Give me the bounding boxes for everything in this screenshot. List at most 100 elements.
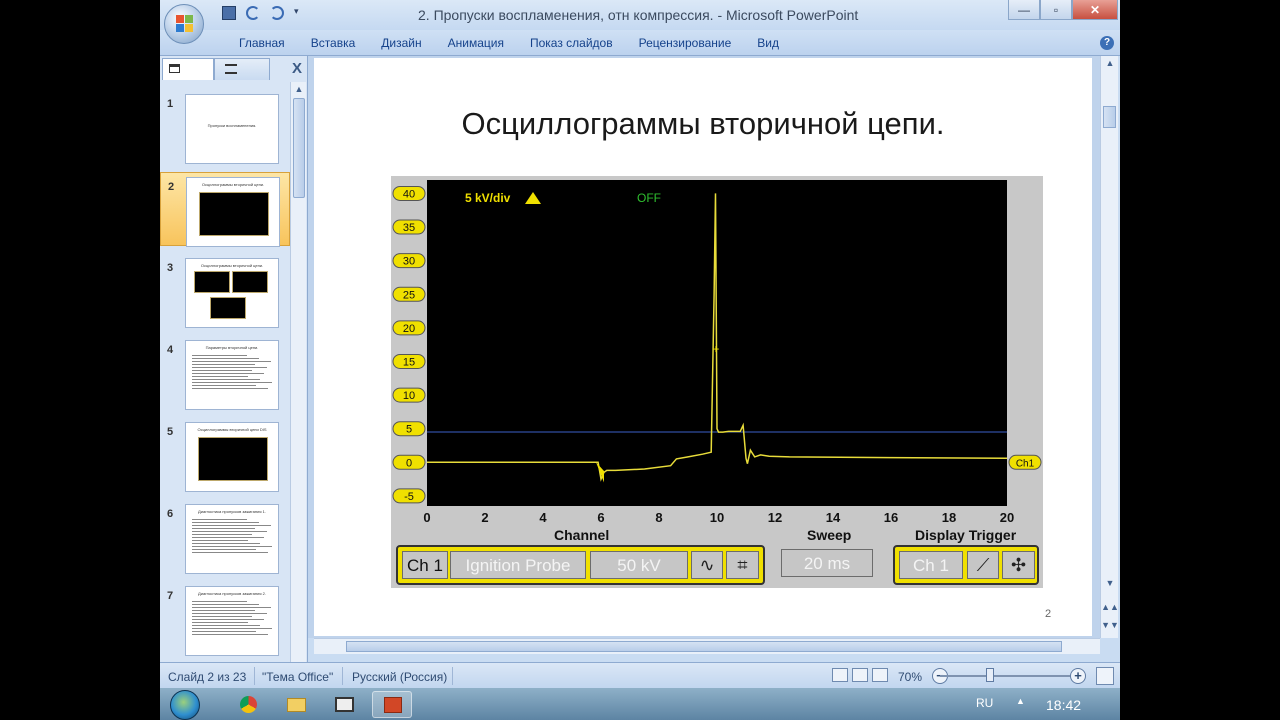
- scroll-thumb[interactable]: [1103, 106, 1116, 128]
- trigger-slope-icon[interactable]: ⟋: [967, 551, 999, 579]
- y-tick-label: -5: [404, 491, 414, 503]
- ribbon-tabs-bar: Главная Вставка Дизайн Анимация Показ слайдо…: [160, 30, 1120, 56]
- slide-vertical-scrollbar[interactable]: ▲ ▼ ▲▲ ▼▼: [1100, 56, 1119, 638]
- ribbon-tab[interactable]: Главная: [226, 36, 298, 50]
- thumbnail-title: Осциллограммы вторичной цепи.: [201, 182, 265, 187]
- thumbnail-title: Осциллограммы вторичной цепи DIS: [197, 427, 267, 432]
- x-tick-label: 18: [942, 510, 956, 525]
- tab-slides[interactable]: [162, 58, 214, 80]
- thumbnail-image: [232, 271, 268, 293]
- trigger-controls: Ch 1 ⟋ ✣: [893, 545, 1039, 585]
- trigger-channel-button[interactable]: Ch 1: [899, 551, 963, 579]
- title-bar: ▾ 2. Пропуски воспламенения, отн компрес…: [160, 0, 1120, 30]
- settings-icon[interactable]: ⌗: [726, 551, 759, 579]
- tab-outline[interactable]: [214, 58, 270, 80]
- scroll-up-icon[interactable]: ▲: [1101, 58, 1119, 68]
- help-icon[interactable]: ?: [1100, 36, 1114, 50]
- redo-icon[interactable]: [270, 6, 284, 20]
- ribbon-tab[interactable]: Вставка: [298, 36, 369, 50]
- chrome-icon[interactable]: [228, 691, 268, 718]
- channel-title: Channel: [554, 527, 610, 543]
- normal-view-icon[interactable]: [832, 668, 848, 682]
- slide-thumbnail-2[interactable]: 2 Осциллограммы вторичной цепи.: [160, 172, 290, 247]
- theme-name[interactable]: "Тема Office": [262, 670, 333, 684]
- thumbnail-preview: Осциллограммы вторичной цепи.: [186, 177, 280, 247]
- pane-close-button[interactable]: X: [292, 60, 302, 77]
- minimize-button[interactable]: —: [1008, 0, 1040, 20]
- x-tick-label: 2: [481, 510, 488, 525]
- thumbnail-preview: Пропуски воспламенения.: [185, 94, 279, 164]
- slide-horizontal-scrollbar[interactable]: [314, 638, 1100, 654]
- ribbon-tab[interactable]: Рецензирование: [626, 36, 745, 50]
- zoom-level[interactable]: 70%: [898, 670, 922, 684]
- language-indicator[interactable]: Русский (Россия): [352, 670, 447, 684]
- slide-thumbnail-3[interactable]: 3 Осциллограммы вторичной цепи.: [160, 254, 290, 328]
- slides-tab-icon: [169, 64, 180, 73]
- ribbon-tab[interactable]: Дизайн: [368, 36, 434, 50]
- folder-icon: [287, 698, 306, 712]
- left-black-border: [0, 0, 160, 720]
- slideshow-icon[interactable]: [872, 668, 888, 682]
- right-black-border: [1120, 0, 1280, 720]
- previous-slide-icon[interactable]: ▲▲: [1101, 602, 1119, 612]
- slide-thumbnail-6[interactable]: 6 Диагностика пропусков зажигания 1.: [160, 500, 290, 574]
- ribbon-tab[interactable]: Вид: [744, 36, 792, 50]
- start-button[interactable]: [170, 690, 200, 720]
- slide-thumbnail-1[interactable]: 1 Пропуски воспламенения.: [160, 90, 290, 164]
- thumbnails-scrollbar[interactable]: ▲: [290, 82, 306, 662]
- undo-icon[interactable]: [246, 6, 260, 20]
- y-tick-label: 5: [406, 424, 412, 436]
- zoom-slider[interactable]: [940, 675, 1070, 677]
- thumbnail-title: Параметры вторичной цепи.: [205, 345, 259, 350]
- save-icon[interactable]: [222, 6, 236, 20]
- status-bar: Слайд 2 из 23 "Тема Office" Русский (Рос…: [160, 662, 1120, 688]
- maximize-button[interactable]: ▫: [1040, 0, 1072, 20]
- x-tick-label: 12: [768, 510, 782, 525]
- scroll-thumb[interactable]: [293, 98, 305, 198]
- tray-expand-icon[interactable]: ▲: [1016, 696, 1025, 706]
- slide-title[interactable]: Осциллограммы вторичной цепи.: [314, 106, 1092, 142]
- y-tick-label: 10: [403, 390, 415, 402]
- thumbnail-title: Осциллограммы вторичной цепи.: [200, 263, 264, 268]
- window-icon[interactable]: [324, 691, 364, 718]
- thumbnail-title: Диагностика пропусков зажигания 2.: [198, 591, 266, 596]
- x-tick-label: 6: [597, 510, 604, 525]
- zoom-in-icon[interactable]: +: [1070, 668, 1086, 684]
- ribbon-tab[interactable]: Анимация: [435, 36, 517, 50]
- office-button[interactable]: [164, 4, 204, 44]
- x-tick-label: 8: [655, 510, 662, 525]
- probe-button[interactable]: Ignition Probe: [450, 551, 586, 579]
- slide-thumbnail-7[interactable]: 7 Диагностика пропусков зажигания 2.: [160, 582, 290, 656]
- chrome-logo-icon: [240, 696, 257, 713]
- thumbnail-image: [198, 437, 268, 481]
- qat-dropdown-icon[interactable]: ▾: [294, 6, 302, 20]
- slide-sorter-icon[interactable]: [852, 668, 868, 682]
- scroll-thumb[interactable]: [346, 641, 1062, 652]
- divider: [254, 667, 255, 685]
- waveform-icon[interactable]: ∿: [691, 551, 723, 579]
- explorer-icon[interactable]: [276, 691, 316, 718]
- range-button[interactable]: 50 kV: [590, 551, 688, 579]
- trigger-position-icon[interactable]: ✣: [1002, 551, 1035, 579]
- ribbon-tab[interactable]: Показ слайдов: [517, 36, 626, 50]
- keyboard-language[interactable]: RU: [976, 696, 993, 710]
- scroll-down-icon[interactable]: ▼: [1101, 578, 1119, 588]
- thumbnail-text-lines: [186, 519, 278, 553]
- close-button[interactable]: ✕: [1072, 0, 1118, 20]
- scroll-up-icon[interactable]: ▲: [291, 82, 307, 96]
- slide-thumbnail-4[interactable]: 4 Параметры вторичной цепи.: [160, 336, 290, 410]
- slide-thumbnail-5[interactable]: 5 Осциллограммы вторичной цепи DIS: [160, 418, 290, 492]
- oscilloscope-image[interactable]: 40 35 30 25 20 15 10 5 0 -5 0 2 4 6 8 10 12 14 16 18 20 5 kV/…: [391, 176, 1043, 588]
- off-label: OFF: [637, 191, 661, 205]
- thumbnail-preview: Осциллограммы вторичной цепи DIS: [185, 422, 279, 492]
- channel-button[interactable]: Ch 1: [402, 551, 448, 579]
- zoom-slider-handle[interactable]: [986, 668, 994, 682]
- thumbnail-number: 4: [167, 344, 174, 356]
- fit-to-window-icon[interactable]: [1096, 667, 1114, 685]
- slide-canvas[interactable]: Осциллограммы вторичной цепи. 40 35 30 25 20…: [314, 58, 1092, 636]
- powerpoint-taskbar-icon[interactable]: [372, 691, 412, 718]
- scale-label: 5 kV/div: [465, 191, 511, 205]
- sweep-button[interactable]: 20 ms: [781, 549, 873, 577]
- next-slide-icon[interactable]: ▼▼: [1101, 620, 1119, 630]
- clock[interactable]: 18:42: [1046, 697, 1081, 713]
